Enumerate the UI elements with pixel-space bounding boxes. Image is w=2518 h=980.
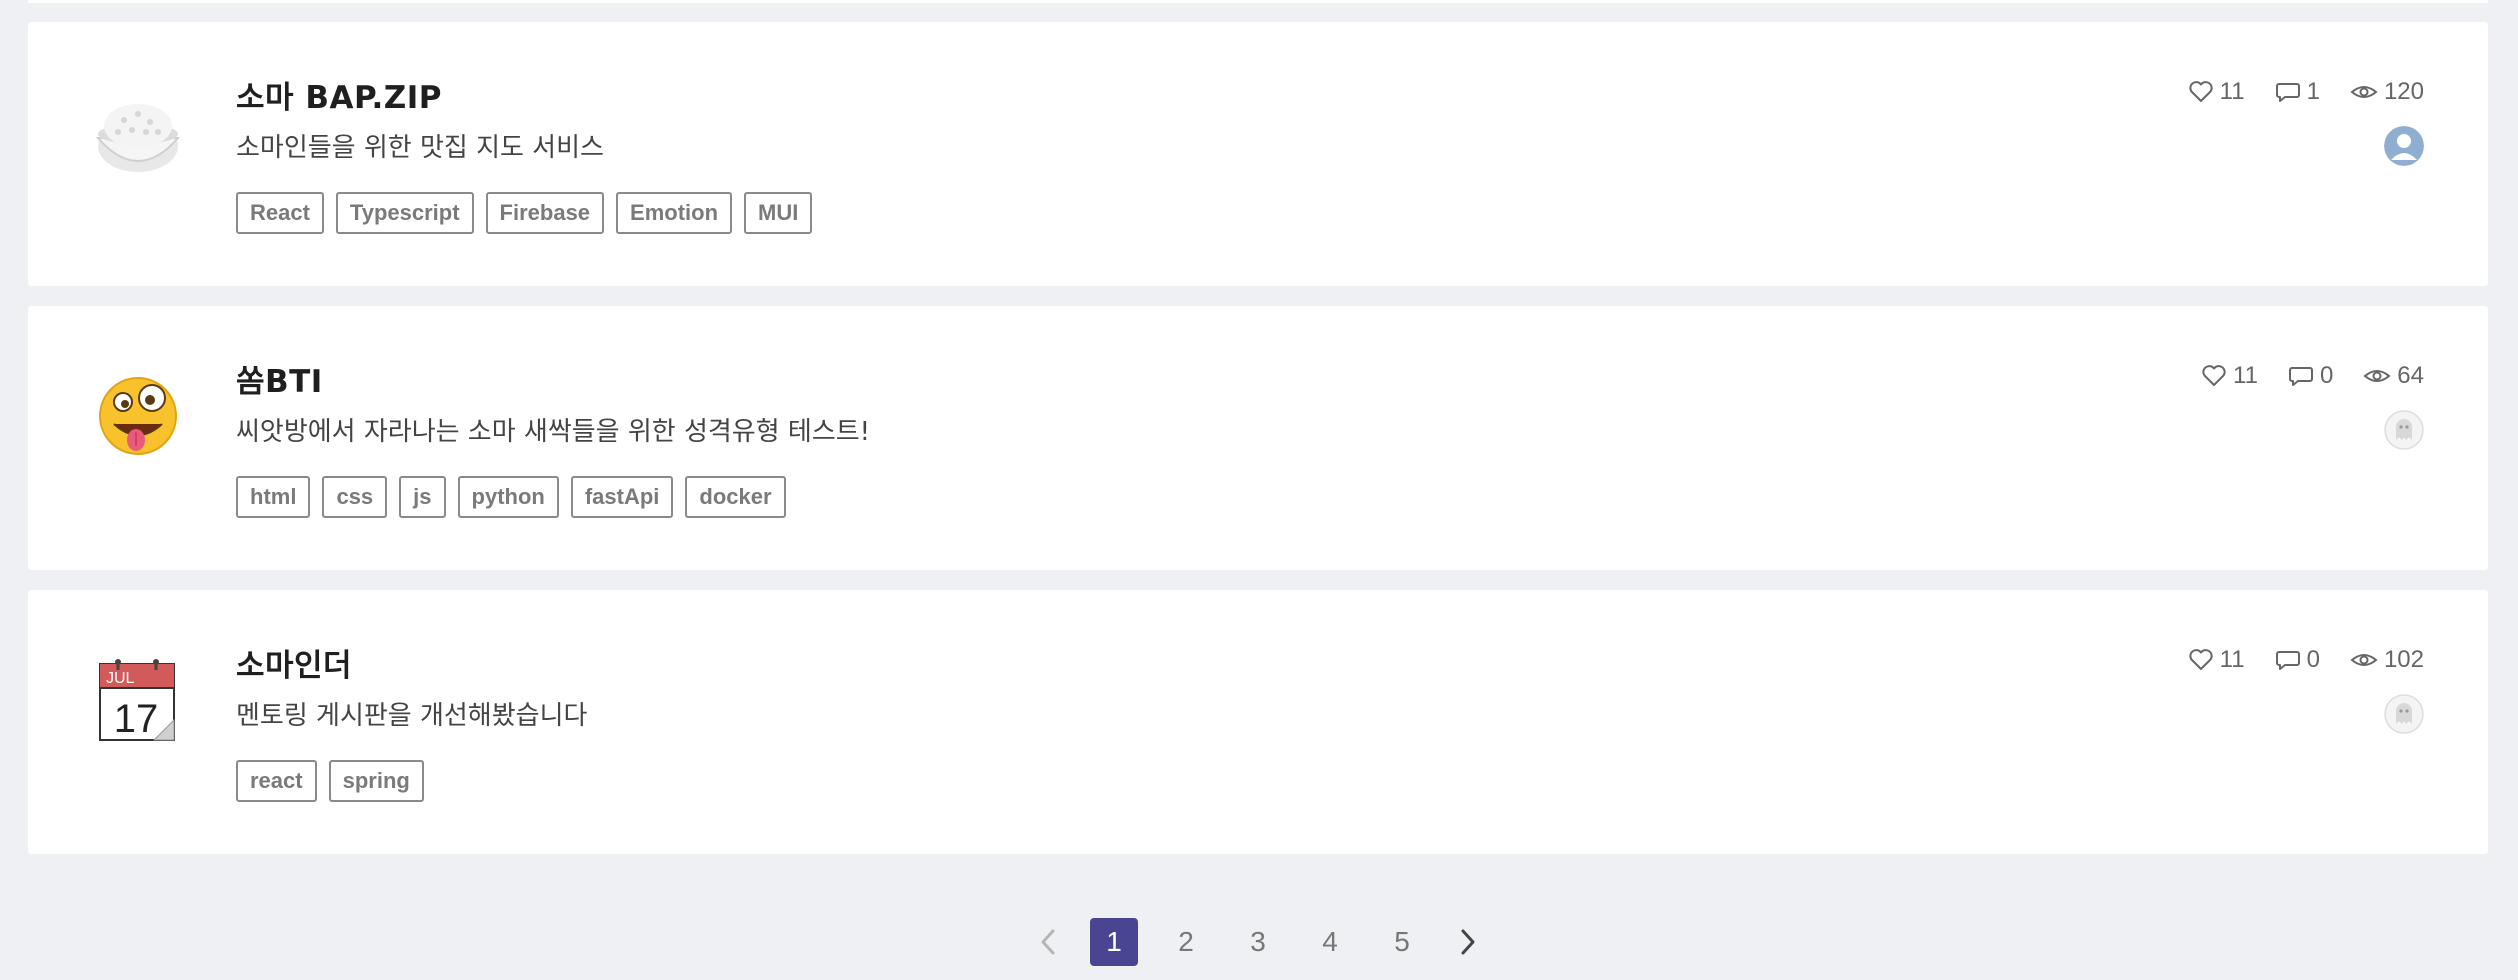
tech-tag: python [457,476,559,518]
eye-icon [2350,654,2378,666]
like-stat[interactable]: 11 [2188,646,2245,674]
ghost-user-avatar[interactable] [2384,694,2424,734]
chevron-right-icon [1461,929,1475,955]
prev-page-button[interactable] [1030,918,1066,966]
project-title[interactable]: 소마 BAP.ZIP [236,72,442,117]
project-stats: 11 0 64 [2201,362,2424,390]
tech-tag: Typescript [335,192,474,234]
comment-stat[interactable]: 0 [2288,362,2333,390]
eye-icon [2363,370,2391,382]
default-user-avatar[interactable] [2384,126,2424,166]
pagination: 1 2 3 4 5 [1030,918,1486,966]
heart-icon [2202,365,2226,386]
comment-icon [2288,367,2313,386]
tech-tag: html [236,476,311,518]
like-stat[interactable]: 11 [2201,362,2258,390]
comment-stat[interactable]: 0 [2275,646,2320,674]
comment-count: 0 [2306,646,2320,673]
heart-icon [2189,649,2213,670]
project-description: 멘토링 게시판을 개선해봤습니다 [236,701,588,731]
previous-card-edge [28,0,2488,3]
page-button-3[interactable]: 3 [1234,918,1282,966]
page-button-1[interactable]: 1 [1090,918,1138,966]
view-stat: 64 [2363,362,2424,390]
like-count: 11 [2219,78,2245,105]
tech-tag: Emotion [616,192,733,234]
rice-bowl-icon [90,84,186,180]
page-button-5[interactable]: 5 [1378,918,1426,966]
comment-stat[interactable]: 1 [2275,78,2320,106]
project-title[interactable]: 쏨BTI [236,356,323,401]
tech-tag: docker [685,476,786,518]
project-stats: 11 0 102 [2188,646,2424,674]
next-page-button[interactable] [1450,918,1486,966]
page-button-2[interactable]: 2 [1162,918,1210,966]
tag-list: react spring [236,760,424,802]
tag-list: React Typescript Firebase Emotion MUI [236,192,813,234]
tech-tag: css [322,476,388,518]
comment-icon [2275,651,2300,670]
comment-icon [2275,83,2300,102]
view-stat: 120 [2350,78,2424,106]
view-stat: 102 [2350,646,2424,674]
calendar-month: JUL [106,670,135,687]
like-count: 11 [2219,646,2245,673]
project-stats: 11 1 120 [2188,78,2424,106]
page-button-4[interactable]: 4 [1306,918,1354,966]
tech-tag: spring [328,760,424,802]
ghost-user-avatar[interactable] [2384,410,2424,450]
project-card[interactable]: JUL 17 소마인더 멘토링 게시판을 개선해봤습니다 react sprin… [28,590,2488,854]
project-title[interactable]: 소마인더 [236,640,352,685]
view-count: 120 [2383,78,2424,105]
zany-face-icon [90,368,186,464]
tag-list: html css js python fastApi docker [236,476,786,518]
tech-tag: React [236,192,324,234]
chevron-left-icon [1041,929,1055,955]
heart-icon [2189,81,2213,102]
like-count: 11 [2233,362,2258,389]
view-count: 102 [2383,646,2424,673]
project-description: 소마인들을 위한 맛집 지도 서비스 [236,133,604,163]
project-card[interactable]: 쏨BTI 씨앗방에서 자라나는 소마 새싹들을 위한 성격유형 테스트! htm… [28,306,2488,570]
project-card[interactable]: 소마 BAP.ZIP 소마인들을 위한 맛집 지도 서비스 React Type… [28,22,2488,286]
project-description: 씨앗방에서 자라나는 소마 새싹들을 위한 성격유형 테스트! [236,417,871,447]
comment-count: 0 [2319,362,2334,389]
calendar-day: 17 [114,697,159,741]
tech-tag: MUI [744,192,813,234]
tech-tag: Firebase [485,192,605,234]
tech-tag: react [236,760,317,802]
like-stat[interactable]: 11 [2188,78,2245,106]
tech-tag: fastApi [570,476,674,518]
calendar-icon: JUL 17 [90,652,186,748]
eye-icon [2350,86,2378,98]
tech-tag: js [399,476,446,518]
view-count: 64 [2397,362,2424,389]
comment-count: 1 [2306,78,2320,105]
